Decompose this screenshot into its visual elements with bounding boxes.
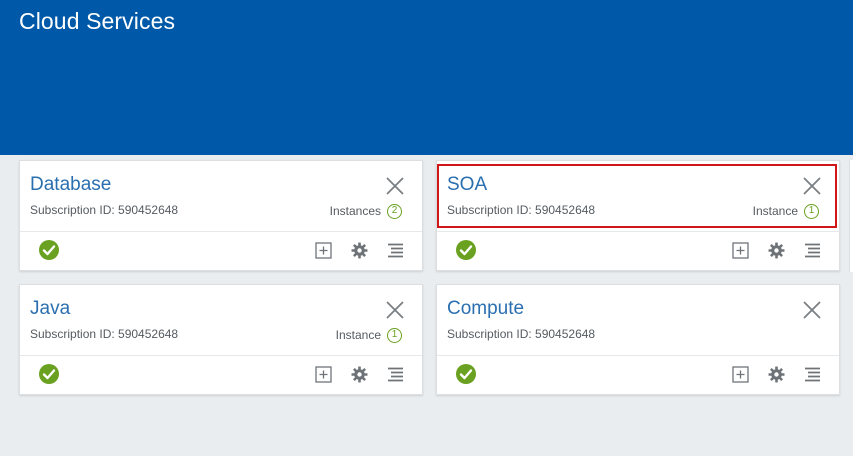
list-menu-icon[interactable] — [387, 366, 404, 383]
close-icon[interactable] — [803, 301, 821, 319]
page-title: Cloud Services — [19, 8, 176, 34]
service-card-soa: SOA Subscription ID: 590452648 Instance … — [436, 160, 840, 271]
gear-icon[interactable] — [768, 242, 785, 259]
header-banner: Cloud Services — [0, 0, 853, 155]
card-header: Java Subscription ID: 590452648 Instance… — [20, 285, 422, 356]
gear-icon[interactable] — [351, 242, 368, 259]
subscription-id: Subscription ID: 590452648 — [30, 327, 179, 341]
check-circle-icon — [456, 364, 476, 384]
instances-count-badge[interactable]: 2 — [387, 203, 402, 219]
list-menu-icon[interactable] — [387, 242, 404, 259]
subscription-id: Subscription ID: 590452648 — [447, 327, 596, 341]
list-menu-icon[interactable] — [804, 366, 821, 383]
check-circle-icon — [456, 240, 476, 260]
service-card-java: Java Subscription ID: 590452648 Instance… — [19, 284, 423, 395]
check-circle-icon — [39, 364, 59, 384]
service-title-link[interactable]: Database — [30, 174, 111, 196]
instances-count-badge[interactable]: 1 — [804, 203, 819, 219]
partial-card-edge — [849, 160, 853, 272]
instances-indicator: Instance 1 — [753, 203, 819, 219]
close-icon[interactable] — [386, 301, 404, 319]
card-footer — [437, 356, 839, 396]
subscription-id: Subscription ID: 590452648 — [447, 203, 596, 217]
service-title-link[interactable]: Compute — [447, 298, 524, 320]
card-header: Database Subscription ID: 590452648 Inst… — [20, 161, 422, 232]
service-title-link[interactable]: SOA — [447, 174, 487, 196]
instances-indicator: Instances 2 — [330, 203, 402, 219]
instances-label: Instances — [329, 204, 381, 218]
service-card-compute: Compute Subscription ID: 590452648 — [436, 284, 840, 395]
card-footer — [437, 232, 839, 272]
subscription-id: Subscription ID: 590452648 — [30, 203, 179, 217]
check-circle-icon — [39, 240, 59, 260]
add-box-icon[interactable] — [315, 366, 332, 383]
card-footer — [20, 356, 422, 396]
list-menu-icon[interactable] — [804, 242, 821, 259]
service-title-link[interactable]: Java — [30, 298, 70, 320]
close-icon[interactable] — [386, 177, 404, 195]
card-header: Compute Subscription ID: 590452648 — [437, 285, 839, 356]
gear-icon[interactable] — [351, 366, 368, 383]
instances-indicator: Instance 1 — [336, 327, 402, 343]
instances-count-badge[interactable]: 1 — [387, 327, 402, 343]
card-header: SOA Subscription ID: 590452648 Instance … — [437, 161, 839, 232]
instances-label: Instance — [752, 204, 798, 218]
add-box-icon[interactable] — [732, 242, 749, 259]
close-icon[interactable] — [803, 177, 821, 195]
add-box-icon[interactable] — [315, 242, 332, 259]
service-card-database: Database Subscription ID: 590452648 Inst… — [19, 160, 423, 271]
card-footer — [20, 232, 422, 272]
gear-icon[interactable] — [768, 366, 785, 383]
add-box-icon[interactable] — [732, 366, 749, 383]
instances-label: Instance — [335, 328, 381, 342]
